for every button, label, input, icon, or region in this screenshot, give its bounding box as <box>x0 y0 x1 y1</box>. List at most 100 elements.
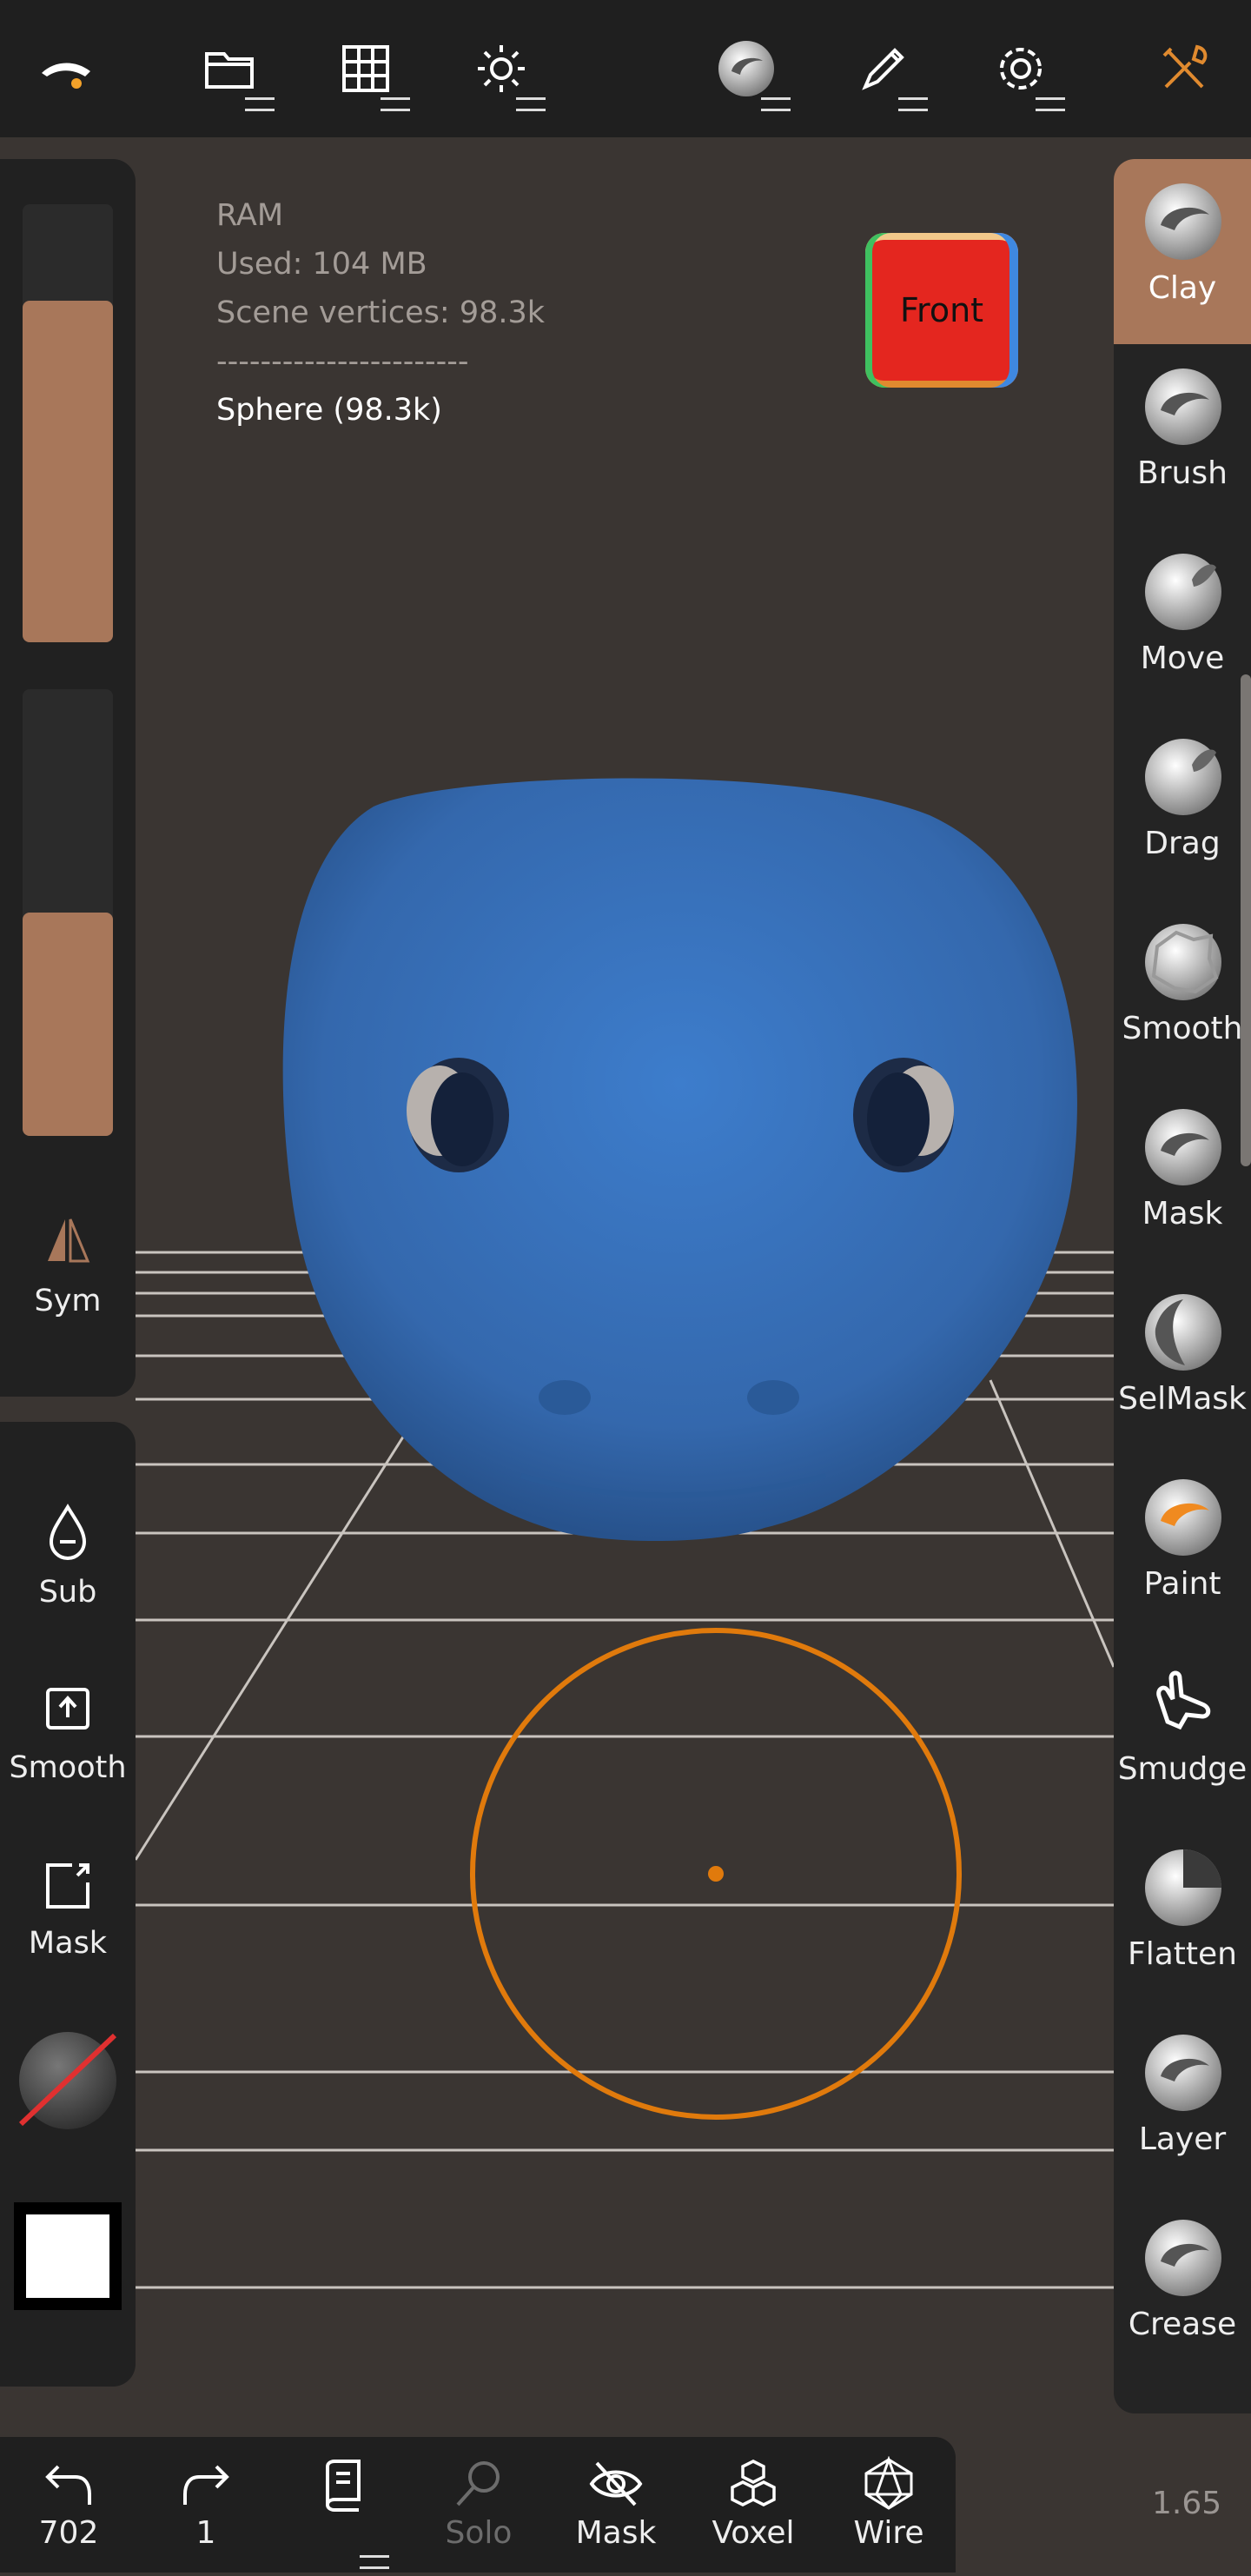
mask-shortcut-button[interactable]: Mask <box>0 1853 136 1961</box>
3d-viewport[interactable] <box>0 137 1251 2573</box>
brush-brush-icon <box>1142 365 1225 448</box>
sub-label: Sub <box>38 1575 97 1610</box>
ram-used: Used: 104 MB <box>216 247 427 282</box>
undo-button[interactable]: 702 <box>5 2456 132 2569</box>
radius-slider[interactable] <box>23 204 113 642</box>
solo-button[interactable]: Solo <box>415 2456 542 2569</box>
mask-visibility-label: Mask <box>575 2515 657 2551</box>
redo-icon <box>183 2465 229 2505</box>
tool-label: Paint <box>1143 1566 1221 1602</box>
ram-label: RAM <box>216 198 284 233</box>
wireframe-label: Wire <box>853 2515 924 2551</box>
tool-label: Smooth <box>1122 1011 1243 1046</box>
settings-button[interactable] <box>973 17 1069 120</box>
voxel-label: Voxel <box>712 2515 795 2551</box>
tool-label: Move <box>1140 641 1225 676</box>
files-button[interactable] <box>182 17 278 120</box>
sub-button[interactable]: Sub <box>0 1502 136 1610</box>
move-brush-icon <box>1142 550 1225 634</box>
viewport-canvas <box>134 778 1115 2289</box>
tool-clay[interactable]: Clay <box>1114 159 1251 344</box>
voxel-button[interactable]: Voxel <box>690 2456 817 2569</box>
material-sphere-icon <box>718 41 774 96</box>
wireframe-button[interactable]: Wire <box>825 2456 952 2569</box>
scene-grid-button[interactable] <box>318 17 414 120</box>
smooth-brush-icon <box>1142 920 1225 1004</box>
scene-info: RAM Used: 104 MB Scene vertices: 98.3k -… <box>216 191 545 435</box>
grid-icon <box>342 45 389 92</box>
tool-smudge[interactable]: Smudge <box>1114 1640 1251 1825</box>
undo-count: 702 <box>38 2515 99 2551</box>
tool-smooth[interactable]: Smooth <box>1114 900 1251 1085</box>
symmetry-button[interactable]: Sym <box>0 1211 136 1318</box>
tool-label: Clay <box>1148 270 1217 306</box>
app-logo-icon <box>42 63 90 89</box>
crease-brush-icon <box>1142 2216 1225 2300</box>
redo-button[interactable]: 1 <box>142 2456 269 2569</box>
solo-label: Solo <box>445 2515 513 2551</box>
smooth-shortcut-label: Smooth <box>9 1750 127 1785</box>
cubes-icon <box>731 2460 776 2506</box>
info-separator: ----------------------- <box>216 344 469 379</box>
stroke-button[interactable] <box>836 17 931 120</box>
brush-pen-icon <box>862 48 904 90</box>
tool-selmask[interactable]: SelMask <box>1114 1270 1251 1455</box>
smudge-brush-icon <box>1142 1661 1225 1744</box>
radius-slider-fill <box>23 300 113 642</box>
top-toolbar <box>0 0 1251 137</box>
search-icon <box>456 2461 500 2506</box>
tool-label: SelMask <box>1118 1381 1247 1417</box>
paint-brush-icon <box>1142 1476 1225 1559</box>
color-swatch[interactable] <box>14 2202 122 2310</box>
symmetry-icon <box>48 1218 90 1263</box>
tool-label: Smudge <box>1117 1751 1248 1787</box>
smooth-arrow-icon <box>46 1688 89 1730</box>
tool-layer[interactable]: Layer <box>1114 2010 1251 2195</box>
tool-label: Mask <box>1142 1196 1223 1232</box>
eye-off-icon <box>589 2461 643 2506</box>
tool-label: Drag <box>1144 826 1221 861</box>
tool-label: Flatten <box>1128 1936 1237 1972</box>
left-tools-panel: Sub Smooth Mask <box>0 1422 136 2387</box>
matcap-off-icon <box>18 2032 117 2129</box>
tool-paint[interactable]: Paint <box>1114 1455 1251 1640</box>
lighting-button[interactable] <box>453 17 549 120</box>
tool-crease[interactable]: Crease <box>1114 2195 1251 2380</box>
droplet-minus-icon <box>49 1504 87 1560</box>
material-button[interactable] <box>698 17 794 120</box>
wireframe-icon <box>864 2456 913 2510</box>
matcap-toggle[interactable] <box>17 2030 118 2131</box>
tool-label: Layer <box>1138 2121 1227 2157</box>
layers-button[interactable] <box>280 2456 407 2569</box>
tool-drag[interactable]: Drag <box>1114 714 1251 900</box>
app-logo-button[interactable] <box>19 17 115 120</box>
brush-cursor <box>470 1628 962 2120</box>
symmetry-label: Sym <box>34 1284 102 1318</box>
redo-count: 1 <box>195 2515 216 2551</box>
selmask-brush-icon <box>1142 1291 1225 1374</box>
bottom-toolbar: 702 1 Solo Mask Voxel Wire <box>0 2437 956 2573</box>
smooth-shortcut-button[interactable]: Smooth <box>0 1677 136 1785</box>
tool-label: Crease <box>1128 2307 1237 2342</box>
tools-button[interactable] <box>1136 17 1232 120</box>
color-swatch-fill <box>26 2214 109 2298</box>
view-cube-label: Front <box>899 291 984 329</box>
tool-panel-scrollbar[interactable] <box>1241 674 1251 1166</box>
mask-visibility-button[interactable]: Mask <box>553 2456 679 2569</box>
intensity-slider[interactable] <box>23 689 113 1136</box>
scene-vertices: Scene vertices: 98.3k <box>216 295 546 330</box>
intensity-slider-fill <box>23 913 113 1136</box>
tool-flatten[interactable]: Flatten <box>1114 1825 1251 2010</box>
tool-brush[interactable]: Brush <box>1114 344 1251 529</box>
tool-label: Brush <box>1137 455 1228 491</box>
tools-icon <box>1162 44 1208 89</box>
tool-mask[interactable]: Mask <box>1114 1085 1251 1270</box>
tool-move[interactable]: Move <box>1114 529 1251 714</box>
view-cube[interactable]: Front <box>865 233 1018 388</box>
gear-icon <box>1000 48 1042 90</box>
sculpt-model <box>282 778 1077 1541</box>
object-name[interactable]: Sphere (98.3k) <box>216 386 545 435</box>
version-label: 1.65 <box>1152 2486 1222 2521</box>
clay-brush-icon <box>1142 180 1225 263</box>
left-slider-panel: Sym <box>0 159 136 1397</box>
